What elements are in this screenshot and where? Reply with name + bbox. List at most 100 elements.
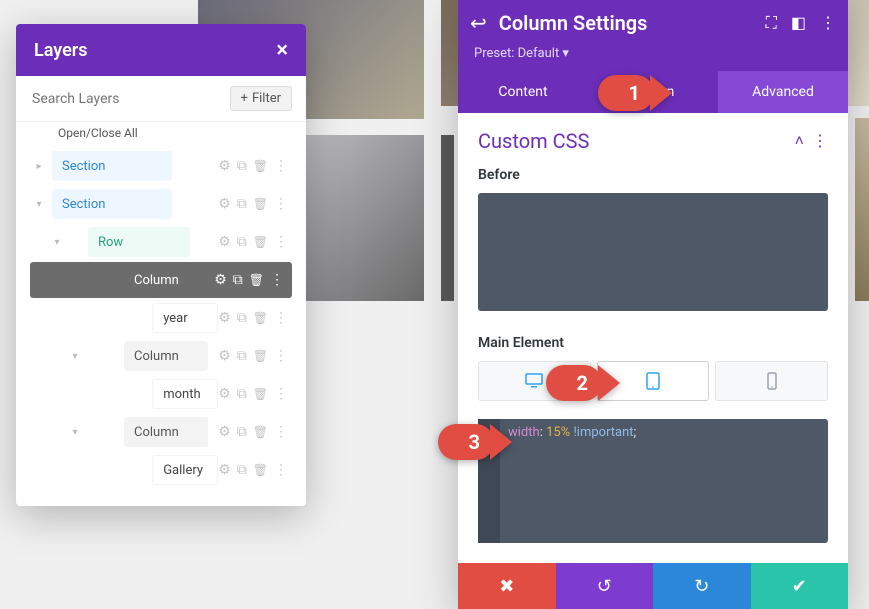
dots-icon[interactable]	[274, 386, 288, 402]
leaf-label[interactable]: Gallery	[152, 455, 218, 485]
dots-icon[interactable]	[270, 272, 284, 288]
duplicate-icon[interactable]	[237, 310, 247, 326]
trash-icon[interactable]	[253, 234, 268, 250]
open-close-all[interactable]: Open/Close All	[16, 122, 306, 148]
trash-icon[interactable]	[253, 386, 268, 402]
dots-icon[interactable]: ⋮	[812, 131, 828, 151]
dots-icon[interactable]	[274, 234, 288, 250]
device-phone[interactable]	[715, 361, 828, 401]
tree-node-column-active[interactable]: Column	[30, 262, 292, 298]
callout-number: 1	[629, 81, 640, 105]
duplicate-icon[interactable]	[237, 462, 247, 478]
gear-icon[interactable]	[214, 272, 227, 288]
column-label[interactable]: Column	[124, 417, 208, 447]
tree-node-leaf[interactable]: Gallery	[30, 452, 292, 488]
code-line: width: 15% !important;	[500, 419, 644, 543]
filter-label: Filter	[252, 91, 281, 106]
trash-icon[interactable]	[249, 272, 264, 288]
tree-node-row[interactable]: ▾ Row	[30, 224, 292, 260]
duplicate-icon[interactable]	[237, 386, 247, 402]
section-title: Custom CSS	[478, 129, 589, 153]
tree-node-column[interactable]: ▾ Column	[30, 414, 292, 450]
tree-node-leaf[interactable]: month	[30, 376, 292, 412]
toggle-icon[interactable]: ▾	[48, 237, 66, 248]
gear-icon[interactable]	[218, 234, 231, 250]
plus-icon: +	[241, 91, 248, 106]
save-button[interactable]: ✔	[751, 563, 849, 609]
tree-node-column[interactable]: ▾ Column	[30, 338, 292, 374]
cancel-button[interactable]: ✖	[458, 563, 556, 609]
tree-node-leaf[interactable]: year	[30, 300, 292, 336]
undo-button[interactable]: ↺	[556, 563, 654, 609]
tab-advanced[interactable]: Advanced	[718, 71, 848, 113]
gear-icon[interactable]	[218, 196, 231, 212]
callout-1: 1	[598, 75, 654, 111]
main-element-label: Main Element	[478, 335, 828, 351]
tree-node-section[interactable]: ▸ Section	[30, 148, 292, 184]
duplicate-icon[interactable]	[237, 196, 247, 212]
close-icon[interactable]: ×	[276, 38, 288, 63]
code-important: !important	[573, 425, 633, 440]
callout-3: 3	[438, 424, 494, 460]
gear-icon[interactable]	[218, 424, 231, 440]
tree-node-section[interactable]: ▾ Section	[30, 186, 292, 222]
code-semi: ;	[634, 425, 637, 440]
main-element-code-input[interactable]: 1 width: 15% !important;	[478, 419, 828, 543]
collapse-icon[interactable]: ˄	[795, 131, 804, 151]
columns-icon[interactable]: ◧	[791, 13, 806, 33]
duplicate-icon[interactable]	[237, 158, 247, 174]
before-code-input[interactable]	[478, 193, 828, 311]
settings-title: Column Settings	[499, 11, 766, 35]
dots-icon[interactable]	[274, 158, 288, 174]
toggle-icon[interactable]: ▸	[30, 161, 48, 172]
toggle-icon[interactable]: ▾	[66, 351, 84, 362]
dots-icon[interactable]	[274, 310, 288, 326]
dots-icon[interactable]	[274, 348, 288, 364]
redo-button[interactable]: ↻	[653, 563, 751, 609]
callout-2: 2	[546, 365, 602, 401]
toggle-icon[interactable]: ▾	[30, 199, 48, 210]
trash-icon[interactable]	[253, 424, 268, 440]
device-tabs	[478, 361, 828, 401]
toggle-icon[interactable]: ▾	[66, 427, 84, 438]
layers-tree: ▸ Section ▾ Section ▾ Row Column year	[16, 148, 306, 506]
section-label[interactable]: Section	[52, 151, 172, 181]
gear-icon[interactable]	[218, 462, 231, 478]
trash-icon[interactable]	[253, 462, 268, 478]
gear-icon[interactable]	[218, 310, 231, 326]
code-value: 15%	[546, 425, 570, 440]
trash-icon[interactable]	[253, 348, 268, 364]
search-input[interactable]	[32, 91, 230, 107]
section-label[interactable]: Section	[52, 189, 172, 219]
leaf-label[interactable]: month	[152, 379, 218, 409]
filter-button[interactable]: + Filter	[230, 86, 292, 111]
column-label[interactable]: Column	[124, 265, 208, 295]
leaf-label[interactable]: year	[152, 303, 218, 333]
bg-image	[441, 135, 454, 301]
duplicate-icon[interactable]	[237, 424, 247, 440]
expand-icon[interactable]: ⛶	[766, 13, 777, 33]
tab-content[interactable]: Content	[458, 71, 588, 113]
dots-icon[interactable]	[274, 424, 288, 440]
column-label[interactable]: Column	[124, 341, 208, 371]
preset-select[interactable]: Preset: Default ▾	[458, 46, 848, 71]
duplicate-icon[interactable]	[233, 272, 243, 288]
trash-icon[interactable]	[253, 310, 268, 326]
trash-icon[interactable]	[253, 196, 268, 212]
duplicate-icon[interactable]	[237, 348, 247, 364]
back-icon[interactable]: ↩	[470, 11, 487, 35]
dots-icon[interactable]	[274, 462, 288, 478]
section-custom-css[interactable]: Custom CSS ˄ ⋮	[478, 129, 828, 153]
gear-icon[interactable]	[218, 158, 231, 174]
bg-image	[855, 118, 869, 301]
row-label[interactable]: Row	[88, 227, 190, 257]
layers-title: Layers	[34, 40, 88, 61]
duplicate-icon[interactable]	[237, 234, 247, 250]
search-row: + Filter	[16, 76, 306, 122]
gear-icon[interactable]	[218, 348, 231, 364]
settings-body: Custom CSS ˄ ⋮ Before Main Element 1 wid…	[458, 113, 848, 555]
gear-icon[interactable]	[218, 386, 231, 402]
dots-icon[interactable]	[274, 196, 288, 212]
trash-icon[interactable]	[253, 158, 268, 174]
dots-icon[interactable]: ⋮	[820, 13, 836, 33]
